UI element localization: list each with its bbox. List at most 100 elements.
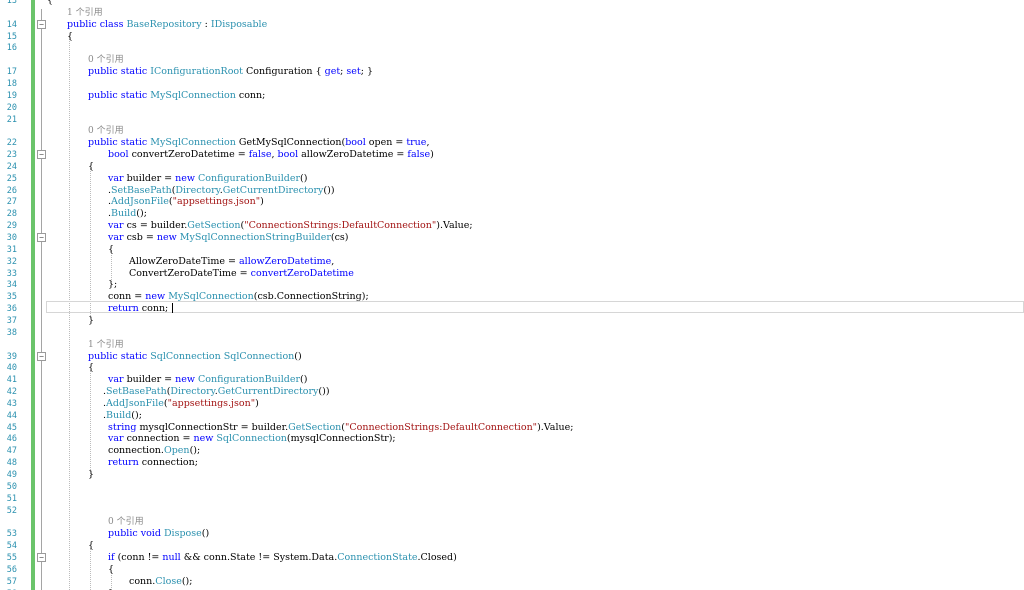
code-token: AllowZeroDateTime = <box>129 255 239 267</box>
code-text[interactable]: { <box>88 161 94 173</box>
code-text[interactable]: .SetBasePath(Directory.GetCurrentDirecto… <box>103 386 330 398</box>
code-token: { <box>108 243 115 255</box>
code-token: new <box>175 374 199 386</box>
code-text[interactable]: connection.Open(); <box>108 445 200 457</box>
line-number: 40 <box>6 363 17 374</box>
code-text[interactable]: public static MySqlConnection GetMySqlCo… <box>88 137 429 149</box>
code-token: new <box>145 291 169 303</box>
reference-count-text[interactable]: 0 个引用 <box>108 516 144 528</box>
code-text[interactable]: .Build(); <box>108 208 147 220</box>
code-text[interactable]: public static SqlConnection SqlConnectio… <box>88 351 302 363</box>
line-number: 46 <box>6 434 17 445</box>
code-text[interactable]: { <box>108 564 114 576</box>
code-token: connection = <box>123 433 194 445</box>
code-token: "ConnectionStrings:DefaultConnection" <box>244 220 437 232</box>
code-token: allowZeroDatetime = <box>298 149 408 160</box>
code-text[interactable]: string mysqlConnectionStr = builder.GetS… <box>108 422 573 434</box>
code-text[interactable]: } <box>88 315 94 327</box>
code-token: GetSection <box>187 220 241 232</box>
code-token: ConfigurationBuilder <box>198 172 300 184</box>
code-text[interactable]: .Build(); <box>103 410 142 422</box>
line-number: 26 <box>6 185 17 196</box>
code-token: BaseRepository <box>126 18 202 30</box>
code-text[interactable]: var builder = new ConfigurationBuilder() <box>108 374 307 386</box>
code-token: ) <box>430 149 434 160</box>
code-text[interactable]: .AddJsonFile("appsettings.json") <box>103 398 259 410</box>
code-text[interactable]: { <box>88 362 94 374</box>
code-token: , <box>331 255 335 267</box>
text-caret <box>172 303 173 313</box>
reference-count-text[interactable]: 1 个引用 <box>88 339 124 351</box>
code-text[interactable]: var cs = builder.GetSection("ConnectionS… <box>108 220 473 232</box>
code-token: SetBasePath <box>111 184 172 196</box>
code-text[interactable]: AllowZeroDateTime = allowZeroDatetime, <box>129 256 334 268</box>
collapse-minus-icon[interactable]: − <box>37 233 46 242</box>
reference-count-lens[interactable]: 1 个引用 <box>0 339 1024 351</box>
code-token: bool <box>277 149 299 160</box>
code-line: 37} <box>0 315 1024 327</box>
reference-count-text[interactable]: 0 个引用 <box>88 54 124 66</box>
code-text[interactable]: }; <box>108 279 117 291</box>
code-text[interactable]: public static IConfigurationRoot Configu… <box>88 66 373 78</box>
line-number: 36 <box>6 304 17 315</box>
line-number: 54 <box>6 541 17 552</box>
code-text[interactable]: return conn; <box>108 303 168 315</box>
code-token: : <box>201 18 211 30</box>
code-token: var <box>108 172 124 184</box>
code-text[interactable]: .AddJsonFile("appsettings.json") <box>108 196 264 208</box>
collapse-minus-icon[interactable]: − <box>37 19 46 29</box>
code-line: 14 − public class BaseRepository : IDispos… <box>0 19 1024 31</box>
reference-count-lens[interactable]: 0 个引用 <box>0 516 1024 528</box>
code-text[interactable]: if (conn != null && conn.State != System… <box>108 552 457 564</box>
code-text[interactable]: public class BaseRepository : IDisposabl… <box>67 19 267 31</box>
code-text[interactable]: var connection = new SqlConnection(mysql… <box>108 433 396 445</box>
code-text[interactable]: .SetBasePath(Directory.GetCurrentDirecto… <box>108 185 335 197</box>
collapse-minus-icon[interactable]: − <box>37 351 46 361</box>
code-line: 16 <box>0 42 1024 54</box>
code-line: 48 return connection; <box>0 457 1024 469</box>
code-text[interactable]: bool convertZeroDatetime = false, bool a… <box>108 149 434 161</box>
code-text[interactable]: var builder = new ConfigurationBuilder() <box>108 173 307 185</box>
reference-count-text[interactable]: 1 个引用 <box>67 7 103 19</box>
code-text[interactable]: conn = new MySqlConnection(csb.Connectio… <box>108 291 369 303</box>
line-number: 34 <box>6 280 17 291</box>
code-text[interactable]: public void Dispose() <box>108 528 209 540</box>
code-text[interactable]: ConvertZeroDateTime = convertZeroDatetim… <box>129 268 354 280</box>
reference-count-lens[interactable]: 0 个引用 <box>0 125 1024 137</box>
code-token: conn; <box>235 89 266 101</box>
line-number: 47 <box>6 446 17 457</box>
code-line: 45 string mysqlConnectionStr = builder.Ge… <box>0 422 1024 434</box>
code-token: GetCurrentDirectory <box>217 386 319 398</box>
code-text[interactable]: public static MySqlConnection conn; <box>88 90 265 102</box>
line-number: 56 <box>6 564 17 575</box>
collapse-minus-icon[interactable]: − <box>37 150 46 159</box>
code-token: return <box>108 457 139 469</box>
code-editor[interactable]: 13{1 个引用 14− public class BaseRepository :… <box>0 0 1024 590</box>
code-text[interactable]: { <box>88 540 94 552</box>
line-number: 55 <box>6 552 17 563</box>
line-number: 16 <box>6 43 17 54</box>
code-text[interactable]: { <box>108 244 114 256</box>
collapse-minus-icon[interactable]: − <box>37 552 46 562</box>
code-token: conn. <box>129 575 156 587</box>
code-text[interactable]: var csb = new MySqlConnectionStringBuild… <box>108 232 349 244</box>
code-token: allowZeroDatetime <box>239 255 332 267</box>
code-text[interactable]: return connection; <box>108 457 198 469</box>
reference-count-text[interactable]: 0 个引用 <box>88 125 124 137</box>
reference-count-lens[interactable]: 1 个引用 <box>0 7 1024 19</box>
code-token: return <box>108 303 139 315</box>
code-text[interactable]: { <box>67 31 73 43</box>
line-number: 57 <box>6 576 17 587</box>
code-token: Dispose <box>163 528 202 540</box>
code-token: AddJsonFile <box>111 196 169 208</box>
code-token: IDisposable <box>210 18 268 30</box>
reference-count-lens[interactable]: 0 个引用 <box>0 54 1024 66</box>
code-token: SqlConnection <box>150 350 221 362</box>
code-token: public static <box>88 350 151 362</box>
code-token: public static <box>88 66 151 78</box>
code-text[interactable]: conn.Close(); <box>129 576 192 588</box>
line-number: 51 <box>6 493 17 504</box>
code-token: public void <box>108 528 164 540</box>
code-text[interactable]: } <box>88 469 94 481</box>
code-token: connection; <box>138 457 198 469</box>
